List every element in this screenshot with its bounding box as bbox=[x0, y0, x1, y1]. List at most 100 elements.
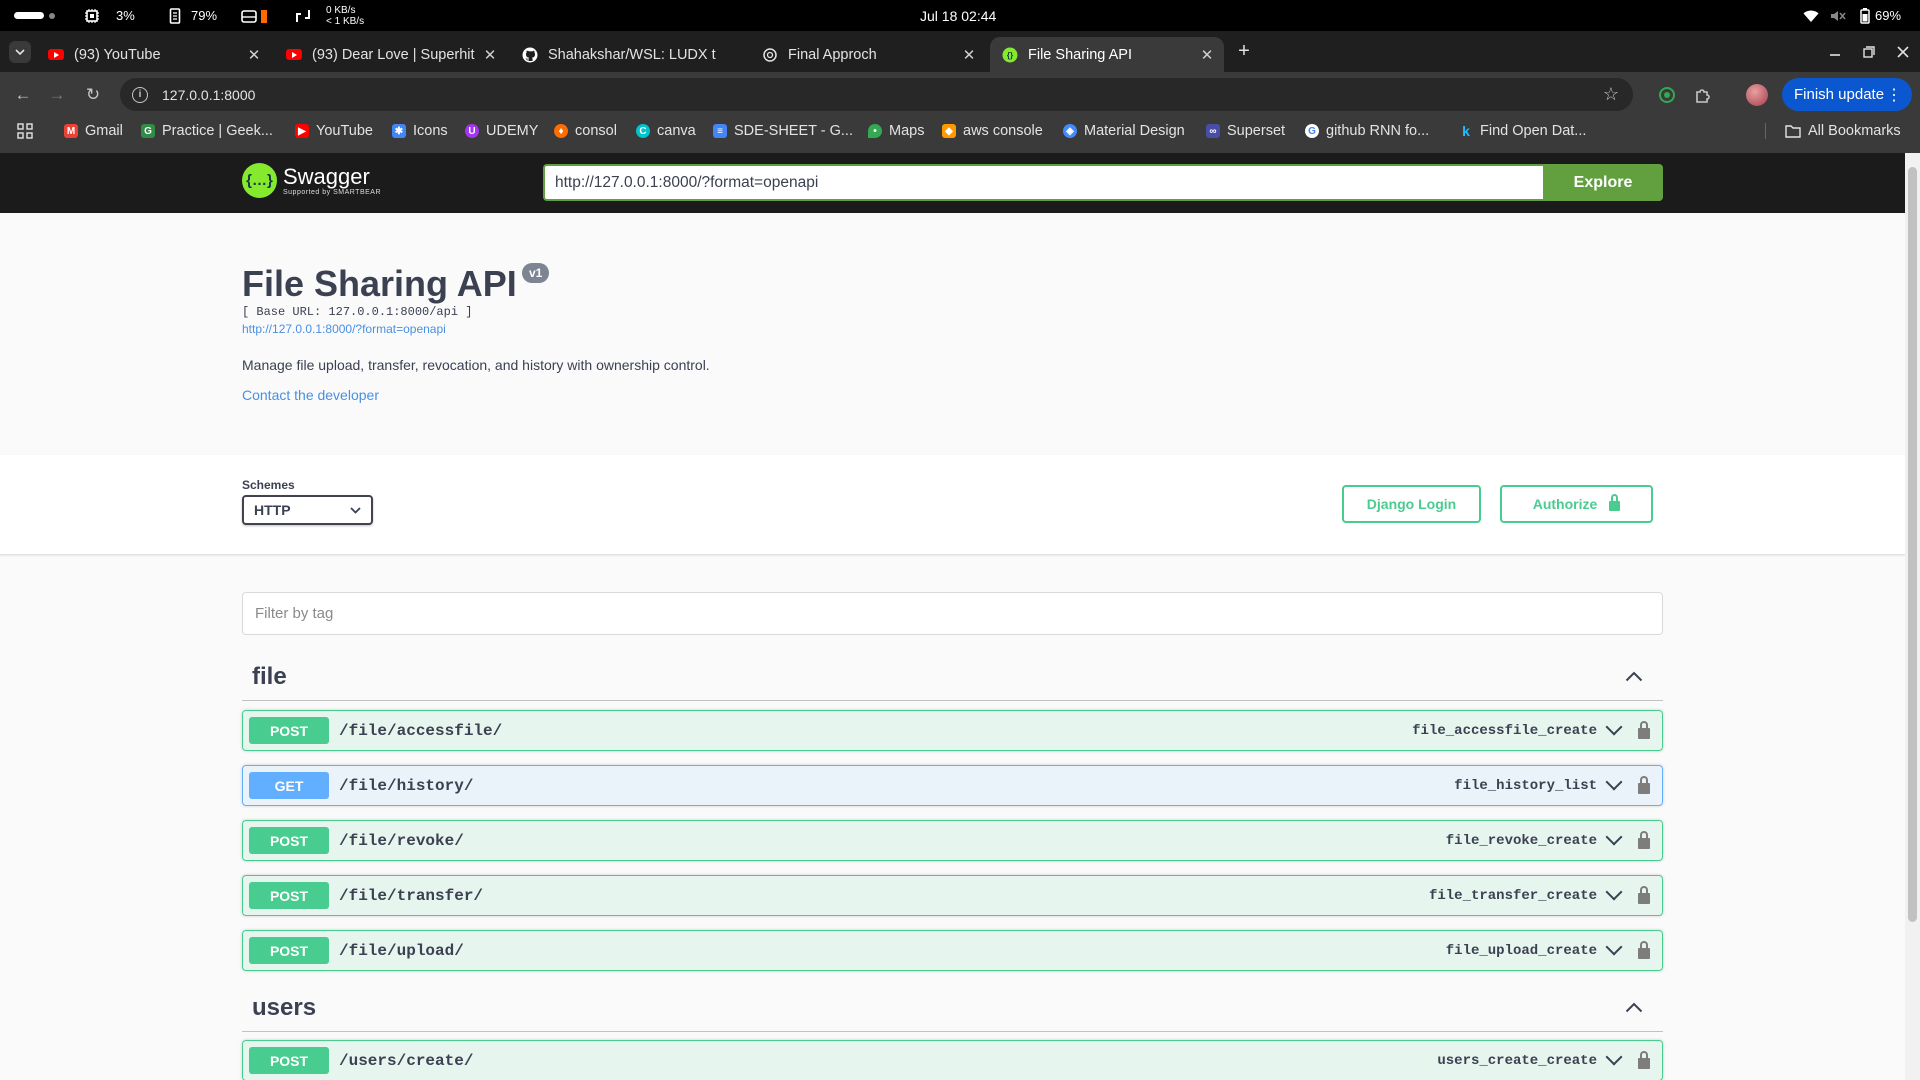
schemes-select[interactable]: HTTP bbox=[242, 495, 373, 525]
bookmark-icons[interactable]: ✱ Icons bbox=[392, 117, 448, 145]
method-badge: POST bbox=[249, 937, 329, 964]
material-design-icon: ◈ bbox=[1063, 124, 1077, 138]
site-info-icon[interactable]: i bbox=[132, 86, 148, 103]
bookmark-sde-sheet[interactable]: ≡ SDE-SHEET - G... bbox=[713, 117, 853, 145]
tab-dear-love[interactable]: (93) Dear Love | Superhit ✕ bbox=[274, 37, 507, 72]
bookmark-maps[interactable]: • Maps bbox=[868, 117, 924, 145]
operation-path: /file/upload/ bbox=[339, 941, 464, 960]
gfg-icon: G bbox=[141, 124, 155, 138]
operation-row[interactable]: POST /file/revoke/ file_revoke_create bbox=[242, 820, 1663, 861]
extensions-menu-button[interactable] bbox=[1688, 72, 1718, 117]
close-icon[interactable]: ✕ bbox=[243, 46, 265, 64]
bookmark-label: Icons bbox=[413, 123, 448, 139]
cpu-usage: 3% bbox=[116, 8, 135, 23]
close-icon[interactable]: ✕ bbox=[1196, 46, 1218, 64]
operation-row[interactable]: POST /file/accessfile/ file_accessfile_c… bbox=[242, 710, 1663, 751]
tab-search-button[interactable] bbox=[6, 31, 34, 72]
close-window-button[interactable] bbox=[1897, 31, 1909, 72]
chevron-down-icon[interactable] bbox=[1605, 883, 1623, 901]
spec-link[interactable]: http://127.0.0.1:8000/?format=openapi bbox=[242, 322, 446, 336]
wifi-icon[interactable] bbox=[1803, 0, 1819, 31]
django-login-button[interactable]: Django Login bbox=[1342, 485, 1481, 523]
operation-row[interactable]: POST /file/upload/ file_upload_create bbox=[242, 930, 1663, 971]
disk-icon bbox=[241, 0, 269, 31]
battery-icon[interactable] bbox=[1860, 0, 1870, 31]
spec-url-input[interactable]: http://127.0.0.1:8000/?format=openapi bbox=[543, 164, 1543, 201]
google-icon: G bbox=[1305, 124, 1319, 138]
finish-update-button[interactable]: Finish update ⋮ bbox=[1782, 78, 1912, 111]
chevron-down-icon[interactable] bbox=[1605, 828, 1623, 846]
all-bookmarks-button[interactable]: All Bookmarks bbox=[1785, 117, 1901, 145]
tab-youtube[interactable]: (93) YouTube ✕ bbox=[36, 37, 271, 72]
tab-file-sharing-api[interactable]: {} File Sharing API ✕ bbox=[990, 37, 1224, 72]
lock-icon[interactable] bbox=[1638, 1051, 1650, 1069]
filter-by-tag-input[interactable]: Filter by tag bbox=[242, 592, 1663, 635]
extension-button[interactable] bbox=[1652, 72, 1682, 117]
tab-title: (93) Dear Love | Superhit bbox=[312, 46, 475, 63]
method-badge: POST bbox=[249, 882, 329, 909]
bookmark-udemy[interactable]: U UDEMY bbox=[465, 117, 538, 145]
apps-button[interactable] bbox=[17, 117, 33, 145]
operation-row[interactable]: POST /users/create/ users_create_create bbox=[242, 1040, 1663, 1080]
authorize-button[interactable]: Authorize bbox=[1500, 485, 1653, 523]
api-description: Manage file upload, transfer, revocation… bbox=[242, 357, 710, 373]
lock-icon[interactable] bbox=[1638, 941, 1650, 959]
profile-avatar[interactable] bbox=[1746, 84, 1768, 106]
contact-developer-link[interactable]: Contact the developer bbox=[242, 387, 379, 403]
tag-header-file[interactable]: file bbox=[242, 657, 1663, 701]
close-icon[interactable]: ✕ bbox=[479, 46, 501, 64]
lock-icon[interactable] bbox=[1638, 776, 1650, 794]
api-info-section: File Sharing API v1 [ Base URL: 127.0.0.… bbox=[0, 213, 1905, 455]
chevron-up-icon[interactable] bbox=[1625, 996, 1643, 1019]
operation-row[interactable]: GET /file/history/ file_history_list bbox=[242, 765, 1663, 806]
bookmark-superset[interactable]: ∞ Superset bbox=[1206, 117, 1285, 145]
restore-button[interactable] bbox=[1863, 31, 1875, 72]
clock[interactable]: Jul 18 02:44 bbox=[920, 0, 996, 31]
chevron-down-icon[interactable] bbox=[1605, 718, 1623, 736]
bookmark-canva[interactable]: Ccanva bbox=[636, 117, 696, 145]
chevron-up-icon[interactable] bbox=[1625, 665, 1643, 688]
chevron-down-icon[interactable] bbox=[1605, 938, 1623, 956]
chevron-down-icon[interactable] bbox=[1605, 773, 1623, 791]
explore-button[interactable]: Explore bbox=[1543, 164, 1663, 201]
forward-button[interactable]: → bbox=[42, 72, 72, 117]
lock-icon[interactable] bbox=[1638, 886, 1650, 904]
version-badge: v1 bbox=[522, 263, 550, 283]
bookmark-youtube[interactable]: ▶ YouTube bbox=[295, 117, 373, 145]
minimize-button[interactable] bbox=[1829, 31, 1841, 72]
browser-toolbar: ← → ↻ i 127.0.0.1:8000 ☆ Finish update ⋮ bbox=[0, 72, 1920, 117]
activities-indicator[interactable] bbox=[14, 0, 55, 31]
network-speed: 0 KB/s < 1 KB/s bbox=[326, 0, 364, 31]
reload-button[interactable]: ↻ bbox=[78, 72, 108, 117]
tab-final-approch[interactable]: Final Approch ✕ bbox=[750, 37, 986, 72]
chevron-down-icon[interactable] bbox=[1605, 1048, 1623, 1066]
bookmark-aws[interactable]: ◆ aws console bbox=[942, 117, 1043, 145]
bookmark-github-rnn[interactable]: Ggithub RNN fo... bbox=[1305, 117, 1429, 145]
address-url[interactable]: 127.0.0.1:8000 bbox=[162, 87, 255, 103]
bookmark-material-design[interactable]: ◈ Material Design bbox=[1063, 117, 1185, 145]
bookmark-find-open-data[interactable]: k Find Open Dat... bbox=[1459, 117, 1586, 145]
bookmark-gmail[interactable]: M Gmail bbox=[64, 117, 123, 145]
tab-github[interactable]: Shahakshar/WSL: LUDX t bbox=[510, 37, 744, 72]
close-icon[interactable]: ✕ bbox=[958, 46, 980, 64]
volume-muted-icon[interactable] bbox=[1830, 0, 1846, 31]
page-scrollbar[interactable] bbox=[1905, 153, 1920, 1080]
new-tab-button[interactable]: + bbox=[1229, 31, 1259, 72]
operation-row[interactable]: POST /file/transfer/ file_transfer_creat… bbox=[242, 875, 1663, 916]
bookmark-consol[interactable]: ♦ consol bbox=[554, 117, 617, 145]
tag-header-users[interactable]: users bbox=[242, 988, 1663, 1032]
back-button[interactable]: ← bbox=[8, 72, 38, 117]
tag-name: users bbox=[252, 994, 317, 1021]
operation-id: file_revoke_create bbox=[1445, 832, 1597, 849]
swagger-logo[interactable]: {…} Swagger Supported by SMARTBEAR bbox=[242, 163, 381, 198]
finish-update-label: Finish update bbox=[1794, 86, 1885, 103]
bookmark-label: consol bbox=[575, 123, 617, 139]
scrollbar-thumb[interactable] bbox=[1908, 167, 1917, 922]
swagger-brand: Swagger bbox=[283, 164, 370, 189]
lock-icon[interactable] bbox=[1638, 831, 1650, 849]
bookmark-star-icon[interactable]: ☆ bbox=[1603, 84, 1619, 105]
lock-icon[interactable] bbox=[1638, 721, 1650, 739]
bookmark-geeks[interactable]: G Practice | Geek... bbox=[141, 117, 273, 145]
bookmark-label: UDEMY bbox=[486, 123, 539, 139]
address-bar[interactable]: i 127.0.0.1:8000 ☆ bbox=[120, 78, 1633, 111]
